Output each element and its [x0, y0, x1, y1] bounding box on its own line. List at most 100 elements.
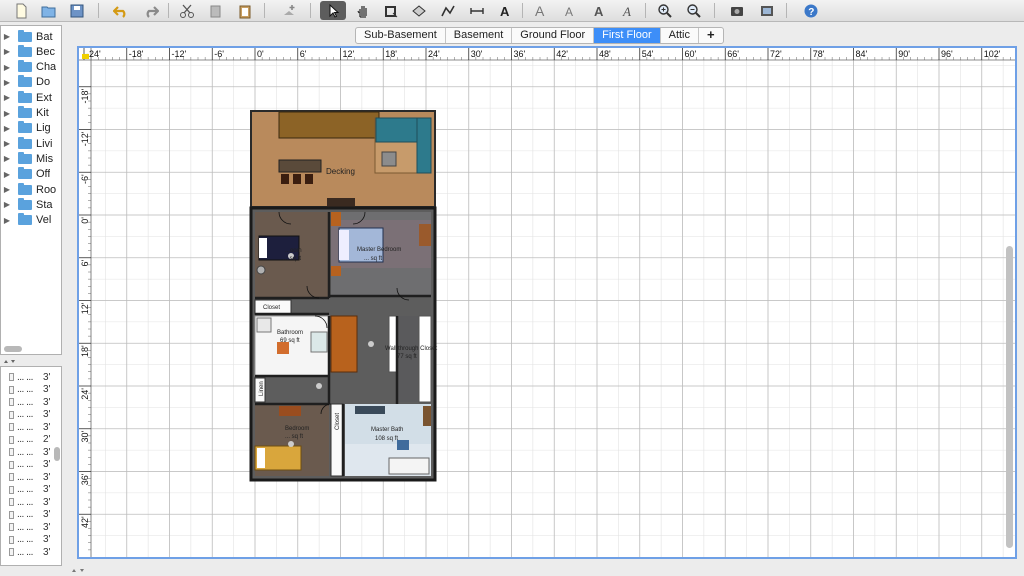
- catalog-category[interactable]: ▶ Off: [1, 167, 61, 182]
- catalog-category[interactable]: ▶ Do: [1, 75, 61, 90]
- catalog-category[interactable]: ▶ Cha: [1, 60, 61, 75]
- furniture-row[interactable]: ... ... 3': [1, 421, 61, 433]
- disclosure-triangle-icon[interactable]: ▶: [1, 216, 13, 225]
- zoom-out-icon[interactable]: [681, 1, 707, 20]
- level-tab[interactable]: Ground Floor: [512, 28, 595, 43]
- disclosure-triangle-icon[interactable]: ▶: [1, 154, 13, 163]
- furniture-list-scrollbar[interactable]: [54, 447, 60, 461]
- furniture-row[interactable]: ... ... 2': [1, 434, 61, 446]
- save-icon[interactable]: [64, 1, 90, 20]
- catalog-category[interactable]: ▶ Livi: [1, 136, 61, 151]
- disclosure-triangle-icon[interactable]: ▶: [1, 185, 13, 194]
- text-bigger-icon[interactable]: A: [528, 1, 554, 20]
- furniture-row[interactable]: ... ... 3': [1, 521, 61, 533]
- furniture-visible-checkbox[interactable]: [9, 498, 14, 506]
- furniture-row[interactable]: ... ... 3': [1, 396, 61, 408]
- video-icon[interactable]: [754, 1, 780, 20]
- disclosure-triangle-icon[interactable]: ▶: [1, 124, 13, 133]
- add-furniture-icon[interactable]: [276, 1, 302, 20]
- furniture-row[interactable]: ... ... 3': [1, 546, 61, 558]
- pan-icon[interactable]: [350, 1, 376, 20]
- add-level-button[interactable]: +: [699, 28, 723, 43]
- furniture-width: 3': [43, 396, 51, 408]
- level-tab[interactable]: First Floor: [594, 28, 661, 43]
- disclosure-triangle-icon[interactable]: ▶: [1, 109, 13, 118]
- disclosure-triangle-icon[interactable]: ▶: [1, 47, 13, 56]
- catalog-category[interactable]: ▶ Sta: [1, 197, 61, 212]
- ruler-y-label: 24': [80, 388, 90, 400]
- furniture-row[interactable]: ... ... 3': [1, 459, 61, 471]
- furniture-list[interactable]: ... ... 3'... ... 3'... ... 3'... ... 3'... …: [0, 366, 62, 566]
- furniture-name: ... ...: [17, 509, 33, 520]
- catalog-category[interactable]: ▶ Kit: [1, 106, 61, 121]
- furniture-row[interactable]: ... ... 3': [1, 509, 61, 521]
- furniture-row[interactable]: ... ... 3': [1, 534, 61, 546]
- furniture-row[interactable]: ... ... 3': [1, 371, 61, 383]
- plan-vertical-scrollbar[interactable]: [1006, 246, 1013, 548]
- disclosure-triangle-icon[interactable]: ▶: [1, 78, 13, 87]
- open-icon[interactable]: [36, 1, 62, 20]
- level-tab[interactable]: Basement: [446, 28, 513, 43]
- catalog-category[interactable]: ▶ Mis: [1, 151, 61, 166]
- paste-icon[interactable]: [232, 1, 258, 20]
- furniture-row[interactable]: ... ... 3': [1, 384, 61, 396]
- photo-icon[interactable]: [724, 1, 750, 20]
- create-dimensions-icon[interactable]: [464, 1, 490, 20]
- cut-icon[interactable]: [174, 1, 200, 20]
- furniture-row[interactable]: ... ... 3': [1, 484, 61, 496]
- furniture-row[interactable]: ... ... 3': [1, 446, 61, 458]
- catalog-category[interactable]: ▶ Bat: [1, 29, 61, 44]
- furniture-visible-checkbox[interactable]: [9, 435, 14, 444]
- add-text-icon[interactable]: A: [492, 1, 518, 20]
- disclosure-triangle-icon[interactable]: ▶: [1, 32, 13, 41]
- furniture-visible-checkbox[interactable]: [9, 510, 14, 519]
- catalog-category[interactable]: ▶ Lig: [1, 121, 61, 136]
- help-icon[interactable]: ?: [798, 1, 824, 20]
- create-rooms-icon[interactable]: [406, 1, 432, 20]
- ruler-y-label: -6': [80, 174, 90, 184]
- furniture-visible-checkbox[interactable]: [9, 535, 14, 544]
- plan-canvas[interactable]: -24' -18' -12' -6' 0' 6' 12' 18' 24' 30' 36' 42' 48'…: [79, 48, 1015, 557]
- floor-plan-drawing[interactable]: Decking ...oom ... sq ft Master Bedroom …: [249, 110, 437, 482]
- new-icon[interactable]: [8, 1, 34, 20]
- furniture-visible-checkbox[interactable]: [9, 485, 14, 494]
- disclosure-triangle-icon[interactable]: ▶: [1, 170, 13, 179]
- select-icon[interactable]: [320, 1, 346, 20]
- furniture-row[interactable]: ... ... 3': [1, 496, 61, 508]
- catalog-category[interactable]: ▶ Ext: [1, 90, 61, 105]
- redo-icon[interactable]: [138, 1, 164, 20]
- create-walls-icon[interactable]: [378, 1, 404, 20]
- disclosure-triangle-icon[interactable]: ▶: [1, 93, 13, 102]
- italic-icon[interactable]: A: [615, 1, 641, 20]
- disclosure-triangle-icon[interactable]: ▶: [1, 63, 13, 72]
- furniture-visible-checkbox[interactable]: [9, 473, 14, 481]
- furniture-visible-checkbox[interactable]: [9, 460, 14, 469]
- furniture-visible-checkbox[interactable]: [9, 398, 14, 406]
- furniture-visible-checkbox[interactable]: [9, 373, 14, 381]
- level-tab[interactable]: Sub-Basement: [356, 28, 446, 43]
- undo-icon[interactable]: [108, 1, 134, 20]
- furniture-visible-checkbox[interactable]: [9, 410, 14, 419]
- zoom-in-icon[interactable]: [652, 1, 678, 20]
- level-tab[interactable]: Attic: [661, 28, 700, 43]
- furniture-visible-checkbox[interactable]: [9, 423, 14, 431]
- catalog-category[interactable]: ▶ Vel: [1, 213, 61, 228]
- catalog-horizontal-scrollbar[interactable]: [4, 346, 22, 352]
- create-polylines-icon[interactable]: [435, 1, 461, 20]
- bold-icon[interactable]: A: [586, 1, 612, 20]
- furniture-visible-checkbox[interactable]: [9, 548, 14, 556]
- furniture-visible-checkbox[interactable]: [9, 523, 14, 531]
- furniture-visible-checkbox[interactable]: [9, 385, 14, 394]
- catalog-category[interactable]: ▶ Bec: [1, 44, 61, 59]
- plan-view[interactable]: -24' -18' -12' -6' 0' 6' 12' 18' 24' 30' 36' 42' 48'…: [77, 46, 1017, 559]
- furniture-row[interactable]: ... ... 3': [1, 409, 61, 421]
- split-handle-bottom[interactable]: [70, 566, 90, 576]
- furniture-catalog-tree[interactable]: ▶ Bat ▶ Bec ▶ Cha ▶ Do ▶ Ext ▶ Kit ▶ Lig ▶ Livi ▶ Mis ▶ Off…: [0, 25, 62, 355]
- disclosure-triangle-icon[interactable]: ▶: [1, 139, 13, 148]
- furniture-visible-checkbox[interactable]: [9, 448, 14, 456]
- catalog-category[interactable]: ▶ Roo: [1, 182, 61, 197]
- disclosure-triangle-icon[interactable]: ▶: [1, 200, 13, 209]
- copy-icon[interactable]: [203, 1, 229, 20]
- furniture-row[interactable]: ... ... 3': [1, 471, 61, 483]
- text-smaller-icon[interactable]: A: [557, 1, 583, 20]
